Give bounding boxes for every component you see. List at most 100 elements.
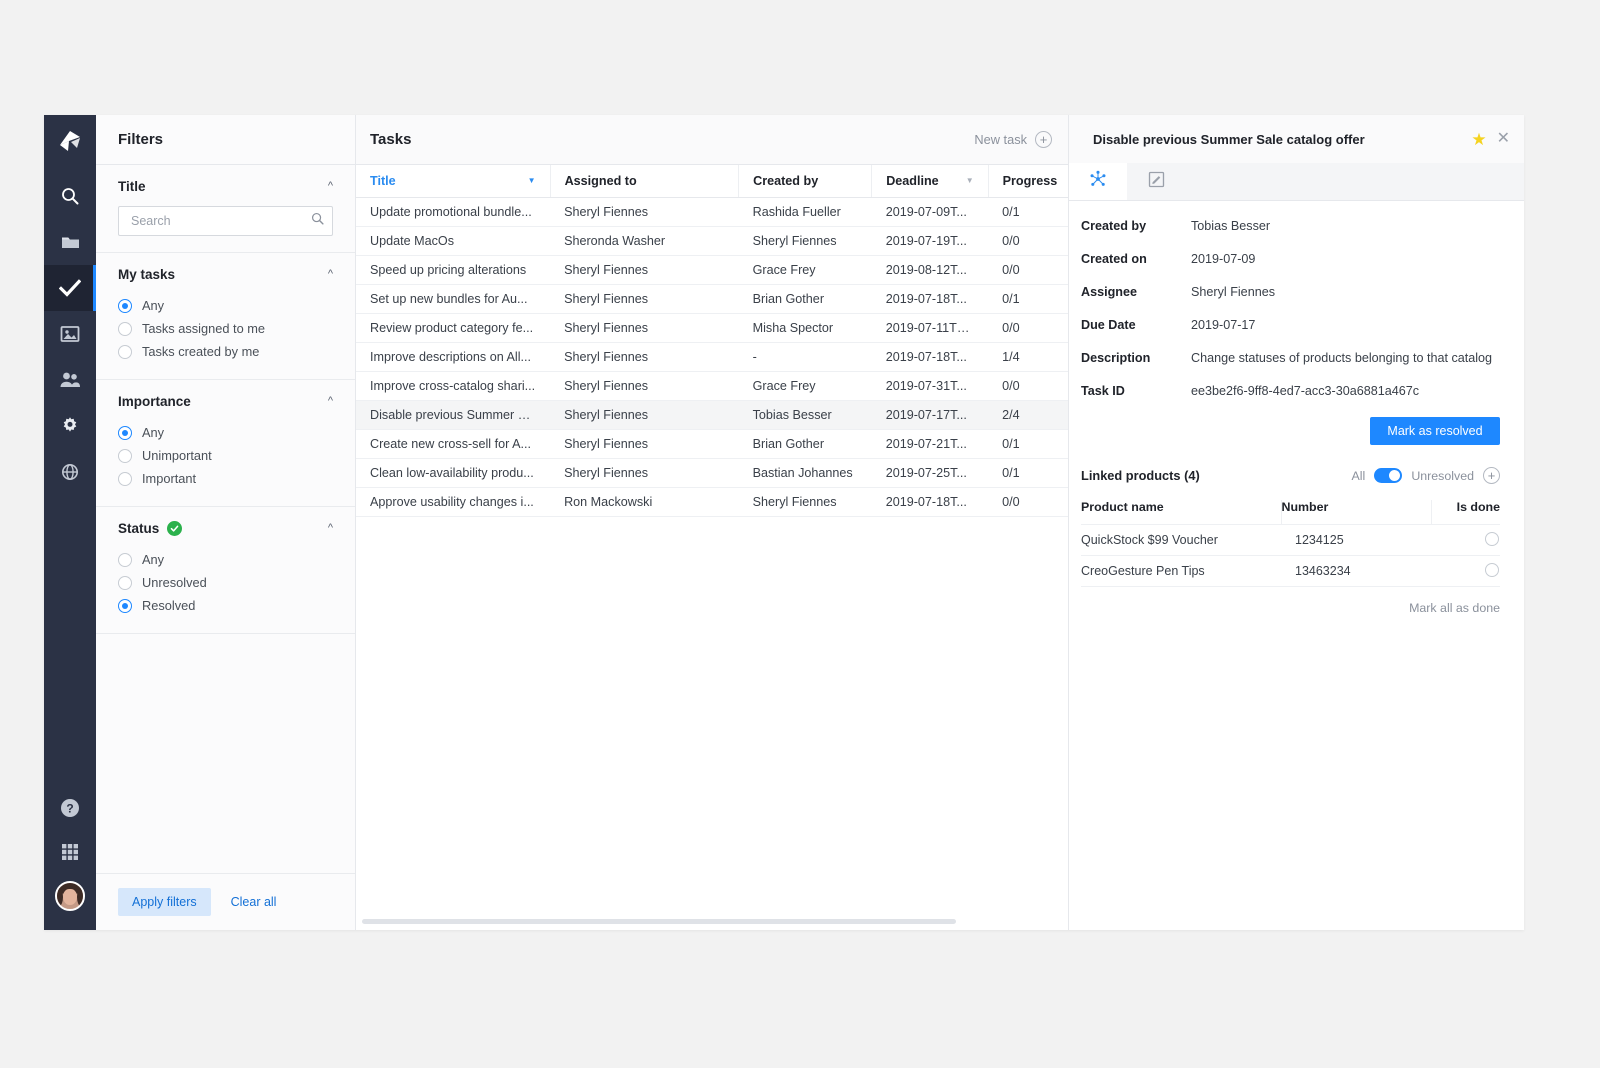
table-row[interactable]: Improve descriptions on All... Sheryl Fi… bbox=[356, 342, 1068, 372]
table-row[interactable]: Update MacOs Sheronda Washer Sheryl Fien… bbox=[356, 226, 1068, 256]
cell-created: Sheryl Fiennes bbox=[738, 226, 872, 256]
tab-linked-products[interactable] bbox=[1069, 163, 1127, 200]
column-header-title[interactable]: Title ▼ bbox=[356, 165, 551, 198]
question-icon: ? bbox=[59, 797, 81, 819]
detail-field-assignee: Assignee Sheryl Fiennes bbox=[1081, 285, 1500, 299]
cell-created: Tobias Besser bbox=[738, 400, 872, 430]
mark-as-resolved-button[interactable]: Mark as resolved bbox=[1370, 417, 1500, 445]
radio-status-any[interactable]: Any bbox=[118, 548, 333, 571]
chevron-up-icon[interactable]: ^ bbox=[328, 523, 333, 534]
table-header-row: Product name Number Is done bbox=[1081, 500, 1500, 525]
is-done-checkbox[interactable] bbox=[1485, 531, 1499, 546]
sidebar-item-profile[interactable] bbox=[44, 874, 96, 918]
column-header-created-by[interactable]: Created by bbox=[738, 165, 873, 198]
column-header-is-done: Is done bbox=[1431, 500, 1500, 525]
cell-title: Disable previous Summer S... bbox=[356, 400, 551, 430]
cell-is-done bbox=[1431, 524, 1500, 556]
radio-my-tasks-assigned[interactable]: Tasks assigned to me bbox=[118, 317, 333, 340]
add-linked-product-button[interactable]: + bbox=[1483, 467, 1500, 484]
app-logo[interactable] bbox=[44, 115, 96, 167]
sidebar-item-settings[interactable] bbox=[44, 403, 96, 449]
clear-all-button[interactable]: Clear all bbox=[225, 894, 283, 910]
horizontal-scrollbar[interactable] bbox=[362, 919, 956, 924]
table-row[interactable]: CreoGesture Pen Tips 13463234 bbox=[1081, 555, 1500, 587]
column-header-progress[interactable]: Progress bbox=[988, 165, 1068, 198]
table-row[interactable]: QuickStock $99 Voucher 1234125 bbox=[1081, 524, 1500, 556]
close-icon[interactable]: ✕ bbox=[1497, 131, 1510, 147]
field-label: Assignee bbox=[1081, 285, 1137, 299]
radio-status-unresolved[interactable]: Unresolved bbox=[118, 571, 333, 594]
is-done-checkbox[interactable] bbox=[1485, 562, 1499, 577]
mark-all-as-done-button[interactable]: Mark all as done bbox=[1081, 587, 1500, 615]
plus-circle-icon: + bbox=[1035, 131, 1052, 148]
search-input[interactable] bbox=[129, 213, 311, 229]
cell-title: Improve descriptions on All... bbox=[356, 342, 551, 372]
detail-tabs bbox=[1069, 163, 1524, 201]
title-search-box[interactable] bbox=[118, 206, 333, 236]
sidebar-item-folder[interactable] bbox=[44, 219, 96, 265]
tab-notes[interactable] bbox=[1127, 163, 1185, 200]
radio-label: Unresolved bbox=[142, 575, 207, 590]
filter-group-title-header: Title ^ bbox=[118, 179, 333, 194]
cell-created: Misha Spector bbox=[738, 313, 872, 343]
radio-my-tasks-any[interactable]: Any bbox=[118, 294, 333, 317]
sidebar-item-tasks[interactable] bbox=[44, 265, 96, 311]
cell-title: Update MacOs bbox=[356, 226, 551, 256]
new-task-button[interactable]: New task + bbox=[974, 131, 1052, 148]
radio-my-tasks-created[interactable]: Tasks created by me bbox=[118, 340, 333, 363]
radio-indicator bbox=[118, 471, 132, 486]
cell-assigned: Sheryl Fiennes bbox=[550, 255, 739, 285]
filter-group-my-tasks: My tasks ^ Any Tasks assigned to me Task… bbox=[96, 253, 355, 380]
sidebar-item-media[interactable] bbox=[44, 311, 96, 357]
table-row[interactable]: Clean low-availability produ... Sheryl F… bbox=[356, 458, 1068, 488]
table-row[interactable]: Approve usability changes i... Ron Macko… bbox=[356, 487, 1068, 517]
radio-importance-unimportant[interactable]: Unimportant bbox=[118, 444, 333, 467]
radio-status-resolved[interactable]: Resolved bbox=[118, 594, 333, 617]
column-label: Assigned to bbox=[564, 173, 637, 188]
table-row[interactable]: Set up new bundles for Au... Sheryl Fien… bbox=[356, 284, 1068, 314]
table-row[interactable]: Update promotional bundle... Sheryl Fien… bbox=[356, 197, 1068, 227]
chevron-up-icon[interactable]: ^ bbox=[328, 269, 333, 280]
radio-label: Tasks assigned to me bbox=[142, 321, 266, 336]
table-row[interactable]: Review product category fe... Sheryl Fie… bbox=[356, 313, 1068, 343]
cell-deadline: 2019-07-11T0... bbox=[871, 313, 989, 343]
chevron-up-icon[interactable]: ^ bbox=[328, 396, 333, 407]
radio-label: Tasks created by me bbox=[142, 344, 260, 359]
column-header-number: Number bbox=[1281, 500, 1432, 525]
cell-progress: 0/1 bbox=[988, 284, 1068, 314]
apply-filters-button[interactable]: Apply filters bbox=[118, 888, 211, 916]
table-row[interactable]: Disable previous Summer S... Sheryl Fien… bbox=[356, 400, 1068, 430]
cell-title: Improve cross-catalog shari... bbox=[356, 371, 551, 401]
sidebar-item-help[interactable]: ? bbox=[44, 786, 96, 830]
sidebar-item-users[interactable] bbox=[44, 357, 96, 403]
column-header-deadline[interactable]: Deadline ▼ bbox=[871, 165, 989, 198]
toggle-label-unresolved: Unresolved bbox=[1411, 468, 1474, 483]
sidebar-item-globe[interactable] bbox=[44, 449, 96, 495]
chevron-up-icon[interactable]: ^ bbox=[328, 181, 333, 192]
star-icon[interactable]: ★ bbox=[1471, 131, 1486, 148]
column-header-assigned-to[interactable]: Assigned to bbox=[550, 165, 740, 198]
sidebar-item-apps[interactable] bbox=[44, 830, 96, 874]
network-icon bbox=[1089, 170, 1107, 193]
app-window: ? Filters Title ^ Search My tasks ^ Any … bbox=[44, 115, 1524, 930]
table-row[interactable]: Create new cross-sell for A... Sheryl Fi… bbox=[356, 429, 1068, 459]
table-row[interactable]: Speed up pricing alterations Sheryl Fien… bbox=[356, 255, 1068, 285]
filter-group-importance-header: Importance ^ bbox=[118, 394, 333, 409]
cell-created: Brian Gother bbox=[738, 284, 872, 314]
globe-icon bbox=[60, 462, 80, 482]
rail-bottom-group: ? bbox=[44, 786, 96, 930]
avatar bbox=[55, 881, 85, 911]
cell-assigned: Sheryl Fiennes bbox=[550, 313, 739, 343]
radio-label: Important bbox=[142, 471, 197, 486]
sidebar-item-search[interactable] bbox=[44, 173, 96, 219]
table-row[interactable]: Improve cross-catalog shari... Sheryl Fi… bbox=[356, 371, 1068, 401]
folder-icon bbox=[60, 232, 81, 252]
filter-group-status-header: Status ^ bbox=[118, 521, 333, 536]
radio-label: Any bbox=[142, 425, 165, 440]
radio-importance-important[interactable]: Important bbox=[118, 467, 333, 490]
cell-assigned: Ron Mackowski bbox=[550, 487, 739, 517]
linked-products-filter-toggle[interactable] bbox=[1374, 468, 1403, 483]
radio-importance-any[interactable]: Any bbox=[118, 421, 333, 444]
cell-assigned: Sheryl Fiennes bbox=[550, 371, 739, 401]
radio-indicator bbox=[118, 298, 132, 313]
